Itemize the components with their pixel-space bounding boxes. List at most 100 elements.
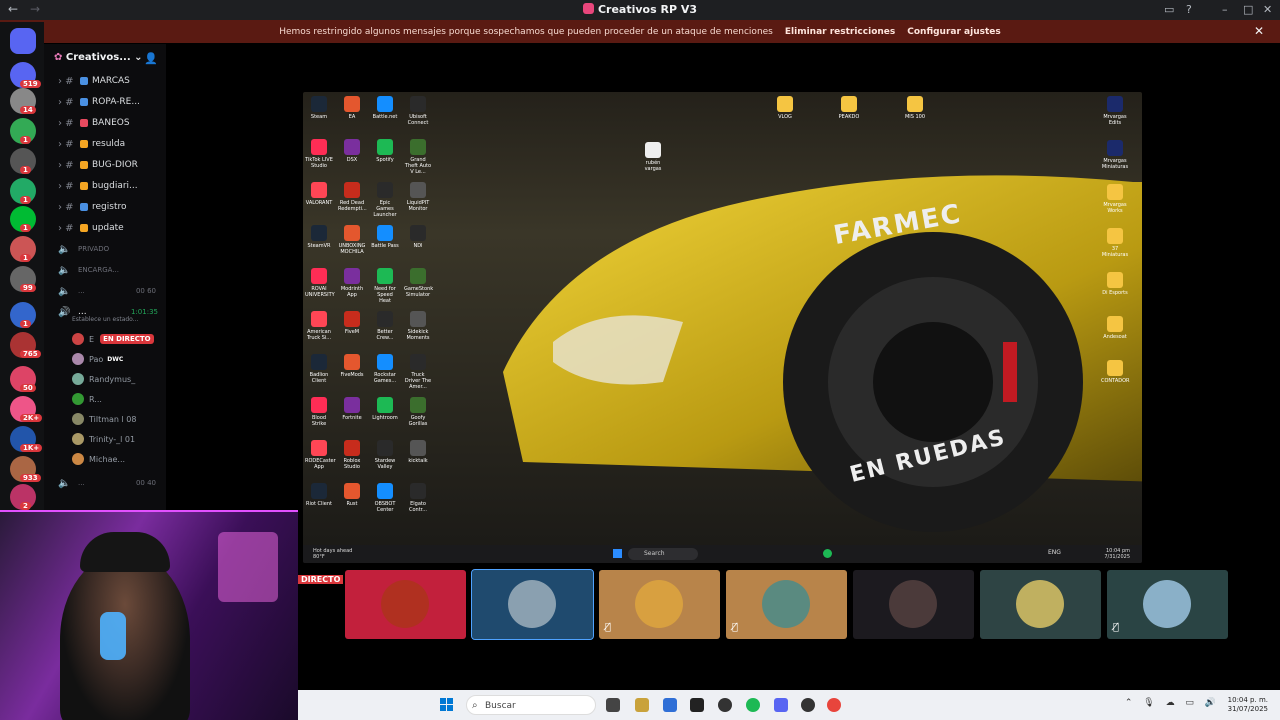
close-banner-icon[interactable]: ✕ <box>1254 24 1264 38</box>
desktop-icon[interactable]: Blood Strike <box>305 397 333 427</box>
desktop-icon[interactable]: Need for Speed Heat <box>371 268 399 304</box>
capcut-icon[interactable] <box>690 698 704 712</box>
text-channel[interactable]: › # BANEOS <box>58 114 164 132</box>
desktop-icon[interactable]: OBSBOT Center <box>371 483 399 513</box>
add-member-icon[interactable]: 👤 <box>144 52 158 65</box>
text-channel[interactable]: › # registro <box>58 198 164 216</box>
desktop-icon[interactable]: FiveM <box>338 311 366 335</box>
desktop-icon[interactable]: Mrvargas Edits <box>1101 96 1129 126</box>
desktop-icon[interactable]: TikTok LIVE Studio <box>305 139 333 169</box>
text-channel[interactable]: › # MARCAS <box>58 72 164 90</box>
desktop-folder[interactable]: PEAKDO <box>835 96 863 120</box>
text-channel[interactable]: › # bugdiari... <box>58 177 164 195</box>
desktop-icon[interactable]: Truck Driver The Amer... <box>404 354 432 390</box>
remote-search[interactable]: Search <box>628 548 698 560</box>
participant-tile[interactable] <box>853 570 974 639</box>
task-view-icon[interactable] <box>606 698 620 712</box>
desktop-icon[interactable]: Goofy Gorillas <box>404 397 432 427</box>
voice-channel[interactable]: 🔈... 00 60 <box>58 282 164 300</box>
desktop-icon[interactable]: VALORANT <box>305 182 333 206</box>
desktop-icon[interactable]: American Truck Si... <box>305 311 333 341</box>
desktop-icon[interactable]: Battle.net <box>371 96 399 120</box>
desktop-icon[interactable]: 37 Miniaturas <box>1101 228 1129 258</box>
participant-tile[interactable]: 🎙̸ <box>1107 570 1228 639</box>
desktop-folder[interactable]: MIS 100 <box>901 96 929 120</box>
voice-user[interactable]: R... <box>72 390 164 408</box>
close-window-icon[interactable]: ✕ <box>1263 3 1272 16</box>
desktop-icon[interactable]: Stardew Valley <box>371 440 399 470</box>
home-icon[interactable] <box>10 28 36 54</box>
desktop-icon[interactable]: FiveMods <box>338 354 366 378</box>
desktop-icon[interactable]: kicktalk <box>404 440 432 464</box>
voice-channel[interactable]: 🔈 PRIVADO <box>58 240 164 258</box>
voice-user[interactable]: Randymus_ <box>72 370 164 388</box>
desktop-icon[interactable]: GameStonk Simulator <box>404 268 433 298</box>
shared-screen[interactable]: FARMEC EN RUEDAS Steam EA Battle.net Ubisof… <box>303 92 1142 563</box>
desktop-icon[interactable]: CONTADOR <box>1101 360 1130 384</box>
desktop-icon[interactable]: Mrvargas Works <box>1101 184 1129 214</box>
discord-icon[interactable] <box>774 698 788 712</box>
desktop-icon[interactable]: Lightroom <box>371 397 399 421</box>
help-icon[interactable]: ? <box>1186 3 1192 16</box>
desktop-icon[interactable]: Modrinth App <box>338 268 366 298</box>
taskbar-clock[interactable]: 10:04 p. m. 31/07/2025 <box>1228 696 1268 714</box>
desktop-icon[interactable]: Sidekick Moments <box>404 311 432 341</box>
participant-tile[interactable] <box>980 570 1101 639</box>
inbox-icon[interactable]: ▭ <box>1164 3 1174 16</box>
desktop-icon[interactable]: Epic Games Launcher <box>371 182 399 218</box>
system-tray[interactable]: ⌃ 🎙 ☁ ▭ 🔊 <box>1125 698 1220 708</box>
remote-start-icon[interactable] <box>613 549 622 558</box>
desktop-icon[interactable]: Fortnite <box>338 397 366 421</box>
desktop-icon[interactable]: SteamVR <box>305 225 333 249</box>
text-channel[interactable]: › # ROPA-RE... <box>58 93 164 111</box>
voice-channel[interactable]: 🔈 ENCARGA... <box>58 261 164 279</box>
voice-user[interactable]: Michae... <box>72 450 164 468</box>
desktop-icon[interactable]: Rust <box>338 483 366 507</box>
text-channel[interactable]: › # resulda <box>58 135 164 153</box>
desktop-folder[interactable]: VLOG <box>771 96 799 120</box>
chrome-icon[interactable] <box>827 698 841 712</box>
taskbar-search[interactable]: ⌕ Buscar <box>466 695 596 715</box>
obs-icon[interactable] <box>801 698 815 712</box>
desktop-icon[interactable]: Mrvargas Miniaturas <box>1101 140 1129 170</box>
desktop-icon[interactable]: Di Esports <box>1101 272 1129 296</box>
text-channel[interactable]: › # BUG-DIOR <box>58 156 164 174</box>
store-icon[interactable] <box>663 698 677 712</box>
voice-user[interactable]: E EN DIRECTO <box>72 330 164 348</box>
remote-spotify-icon[interactable] <box>823 549 832 558</box>
text-channel[interactable]: › # update <box>58 219 164 237</box>
participant-tile[interactable]: 🎙̸ <box>726 570 847 639</box>
participant-tile[interactable] <box>345 570 466 639</box>
desktop-icon[interactable]: Steam <box>305 96 333 120</box>
desktop-icon[interactable]: LiquidPIT Monitor <box>404 182 432 212</box>
desktop-icon[interactable]: EA <box>338 96 366 120</box>
desktop-icon[interactable]: Andesoat <box>1101 316 1129 340</box>
desktop-icon[interactable]: Roblox Studio <box>338 440 366 470</box>
copilot-icon[interactable] <box>635 698 649 712</box>
app-icon-2[interactable] <box>718 698 732 712</box>
desktop-icon[interactable]: Riot Client <box>305 483 333 507</box>
configure-settings-link[interactable]: Configurar ajustes <box>907 27 1001 37</box>
desktop-icon[interactable]: UNBOXING MOCHILA <box>338 225 366 255</box>
voice-status[interactable]: Establece un estado... <box>72 316 138 323</box>
minimize-icon[interactable]: – <box>1222 3 1228 16</box>
desktop-icon[interactable]: Battle Pass <box>371 225 399 249</box>
desktop-icon[interactable]: Spotify <box>371 139 399 163</box>
desktop-icon[interactable]: Badlion Client <box>305 354 333 384</box>
voice-channel[interactable]: 🔈... 00 40 <box>58 474 164 492</box>
remove-restrictions-link[interactable]: Eliminar restricciones <box>785 27 895 37</box>
maximize-icon[interactable]: □ <box>1243 3 1253 16</box>
desktop-icon[interactable]: Rockstar Games... <box>371 354 399 384</box>
desktop-icon[interactable]: NDI <box>404 225 432 249</box>
desktop-icon[interactable]: Better Crew... <box>371 311 399 341</box>
desktop-icon[interactable]: RODECaster App <box>305 440 336 470</box>
voice-user[interactable]: Pao DWC <box>72 350 164 368</box>
windows-start-icon[interactable] <box>440 698 454 712</box>
desktop-icon[interactable]: Red Dead Redempti... <box>338 182 367 212</box>
participant-tile[interactable] <box>471 569 594 640</box>
desktop-icon[interactable]: DSX <box>338 139 366 163</box>
server-name[interactable]: ✿ Creativos... ⌄ <box>54 52 143 63</box>
desktop-icon[interactable]: ROVAI UNIVERSITY <box>305 268 335 298</box>
desktop-icon[interactable]: Elgato Contr... <box>404 483 432 513</box>
desktop-icon[interactable]: Grand Theft Auto V Le... <box>404 139 432 175</box>
